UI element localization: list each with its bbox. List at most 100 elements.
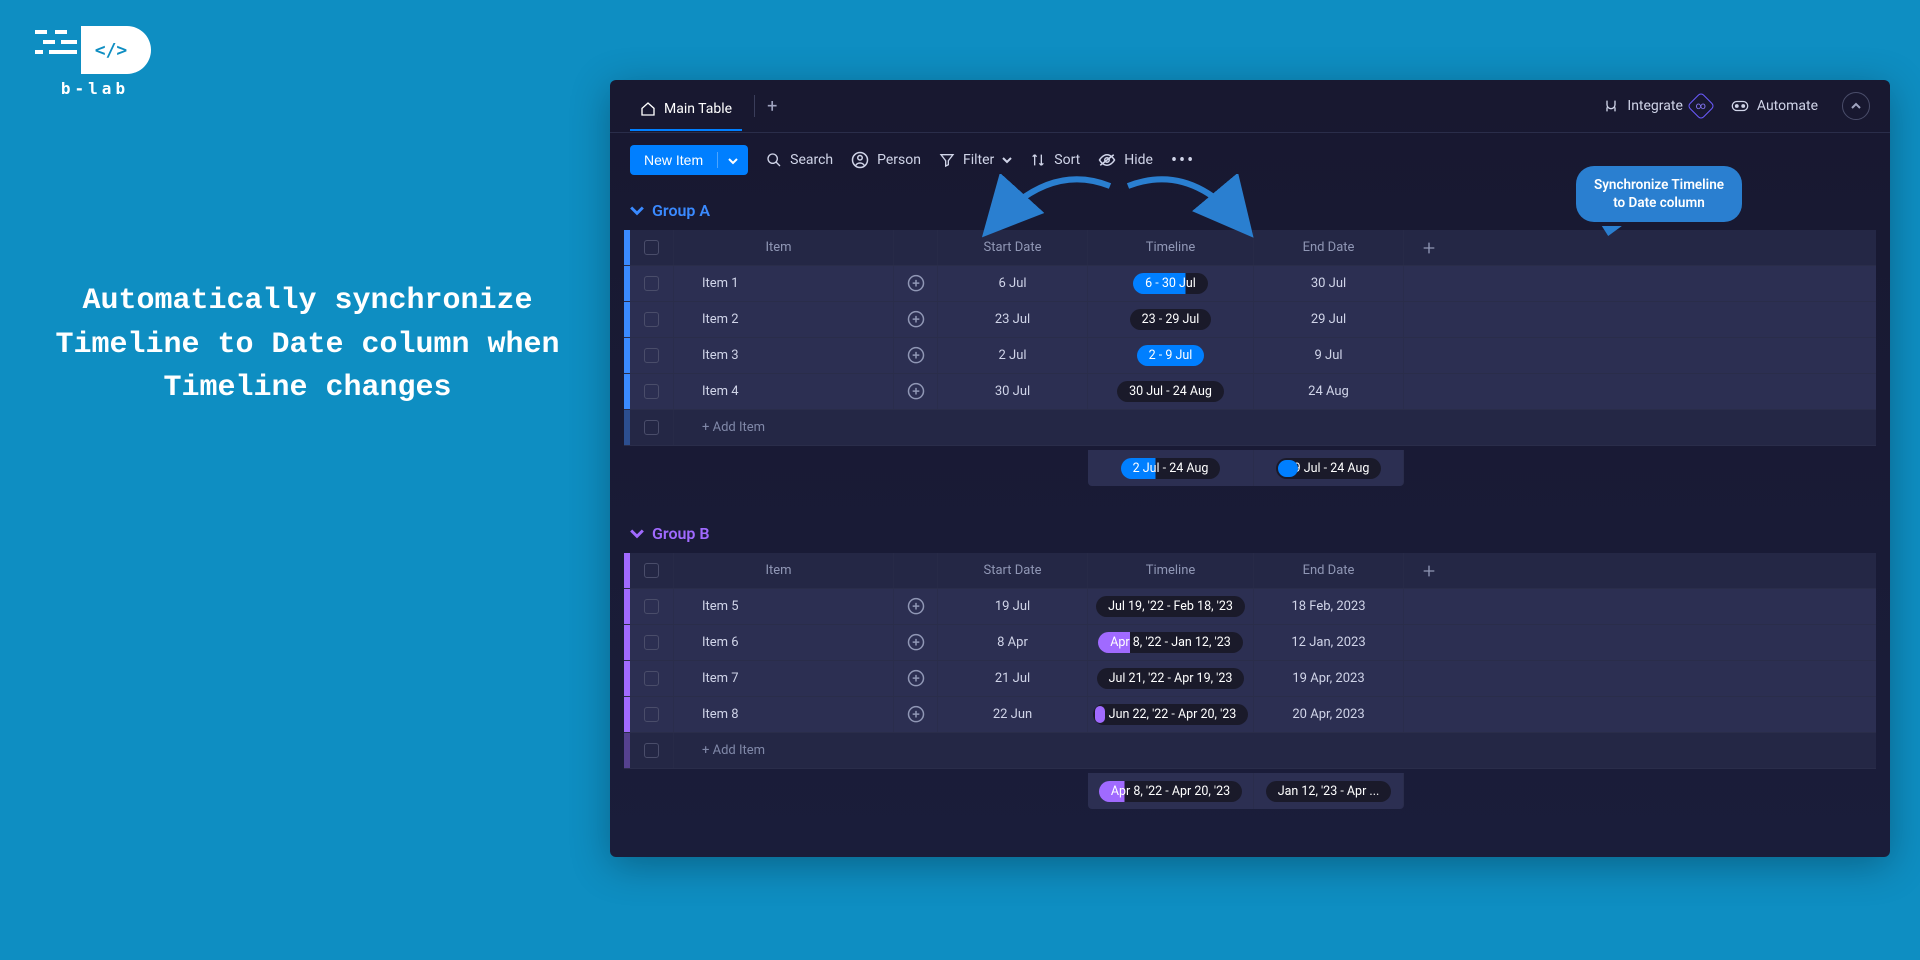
row-checkbox[interactable] [644,420,659,435]
filter-button[interactable]: Filter [939,152,1012,168]
tab-separator [754,95,755,117]
summary-row: 2 Jul - 24 Aug 9 Jul - 24 Aug [624,450,1876,486]
integrate-button[interactable]: Integrate ∞ [1603,96,1711,116]
row-checkbox[interactable] [644,312,659,327]
conversation-icon[interactable] [906,597,926,617]
timeline-cell[interactable]: 6 - 30 Jul [1088,266,1254,301]
col-start-date[interactable]: Start Date [938,553,1088,588]
group-toggle[interactable]: Group B [624,514,1876,553]
row-checkbox[interactable] [644,707,659,722]
row-checkbox[interactable] [644,599,659,614]
robot-icon [1731,99,1749,113]
col-start-date[interactable]: Start Date [938,230,1088,265]
row-checkbox[interactable] [644,240,659,255]
start-date-cell[interactable]: 8 Apr [938,625,1088,660]
item-name-cell[interactable]: Item 5 [674,589,894,624]
item-name-cell[interactable]: Item 7 [674,661,894,696]
timeline-cell[interactable]: 23 - 29 Jul [1088,302,1254,337]
col-item[interactable]: Item [674,230,894,265]
col-end-date[interactable]: End Date [1254,230,1404,265]
tab-main-table[interactable]: Main Table [630,95,742,131]
sort-button[interactable]: Sort [1030,152,1080,168]
row-checkbox[interactable] [644,563,659,578]
new-item-button[interactable]: New Item [630,145,748,175]
end-date-cell[interactable]: 30 Jul [1254,266,1404,301]
filter-icon [939,152,955,168]
integrate-label: Integrate [1627,98,1683,114]
add-tab-button[interactable]: + [767,96,777,117]
table-row[interactable]: Item 4 30 Jul 30 Jul - 24 Aug 24 Aug [624,374,1876,410]
table-row[interactable]: Item 7 21 Jul Jul 21, '22 - Apr 19, '23 … [624,661,1876,697]
automate-button[interactable]: Automate [1731,98,1818,114]
end-date-cell[interactable]: 29 Jul [1254,302,1404,337]
table-row[interactable]: Item 8 22 Jun Jun 22, '22 - Apr 20, '23 … [624,697,1876,733]
summary-row: Apr 8, '22 - Apr 20, '23 Jan 12, '23 - A… [624,773,1876,809]
search-button[interactable]: Search [766,152,833,168]
timeline-cell[interactable]: Jul 19, '22 - Feb 18, '23 [1088,589,1254,624]
row-checkbox[interactable] [644,276,659,291]
add-item-row[interactable]: + Add Item [624,410,1876,446]
conversation-icon[interactable] [906,633,926,653]
conversation-icon[interactable] [906,310,926,330]
add-column-button[interactable] [1404,230,1454,265]
table-row[interactable]: Item 6 8 Apr Apr 8, '22 - Jan 12, '23 12… [624,625,1876,661]
table-row[interactable]: Item 1 6 Jul 6 - 30 Jul 30 Jul [624,266,1876,302]
item-name-cell[interactable]: Item 3 [674,338,894,373]
col-end-date[interactable]: End Date [1254,553,1404,588]
start-date-cell[interactable]: 2 Jul [938,338,1088,373]
end-date-cell[interactable]: 18 Feb, 2023 [1254,589,1404,624]
more-options-button[interactable]: ••• [1171,150,1195,171]
person-icon [851,151,869,169]
hide-button[interactable]: Hide [1098,152,1153,168]
row-checkbox[interactable] [644,671,659,686]
item-name-cell[interactable]: Item 6 [674,625,894,660]
start-date-cell[interactable]: 21 Jul [938,661,1088,696]
add-column-button[interactable] [1404,553,1454,588]
automate-label: Automate [1757,98,1818,114]
start-date-cell[interactable]: 30 Jul [938,374,1088,409]
conversation-icon[interactable] [906,382,926,402]
row-checkbox[interactable] [644,635,659,650]
conversation-icon[interactable] [906,669,926,689]
item-name-cell[interactable]: Item 1 [674,266,894,301]
row-checkbox[interactable] [644,384,659,399]
item-name-cell[interactable]: Item 4 [674,374,894,409]
col-item[interactable]: Item [674,553,894,588]
new-item-label: New Item [644,152,703,168]
timeline-cell[interactable]: Apr 8, '22 - Jan 12, '23 [1088,625,1254,660]
start-date-cell[interactable]: 22 Jun [938,697,1088,732]
col-timeline[interactable]: Timeline [1088,553,1254,588]
end-date-cell[interactable]: 20 Apr, 2023 [1254,697,1404,732]
table-row[interactable]: Item 3 2 Jul 2 - 9 Jul 9 Jul [624,338,1876,374]
row-checkbox[interactable] [644,348,659,363]
table-row[interactable]: Item 5 19 Jul Jul 19, '22 - Feb 18, '23 … [624,589,1876,625]
end-date-cell[interactable]: 9 Jul [1254,338,1404,373]
col-timeline[interactable]: Timeline [1088,230,1254,265]
svg-text:b-lab: b-lab [61,79,129,98]
hide-icon [1098,152,1116,168]
conversation-icon[interactable] [906,274,926,294]
item-name-cell[interactable]: Item 2 [674,302,894,337]
row-checkbox[interactable] [644,743,659,758]
timeline-cell[interactable]: 2 - 9 Jul [1088,338,1254,373]
end-date-cell[interactable]: 12 Jan, 2023 [1254,625,1404,660]
conversation-icon[interactable] [906,346,926,366]
timeline-summary: Apr 8, '22 - Apr 20, '23 [1088,773,1254,809]
start-date-cell[interactable]: 19 Jul [938,589,1088,624]
table-row[interactable]: Item 2 23 Jul 23 - 29 Jul 29 Jul [624,302,1876,338]
person-filter-button[interactable]: Person [851,151,921,169]
end-date-cell[interactable]: 19 Apr, 2023 [1254,661,1404,696]
add-item-row[interactable]: + Add Item [624,733,1876,769]
timeline-cell[interactable]: Jul 21, '22 - Apr 19, '23 [1088,661,1254,696]
collapse-button[interactable] [1842,92,1870,120]
chevron-down-icon [630,529,644,539]
end-date-cell[interactable]: 24 Aug [1254,374,1404,409]
item-name-cell[interactable]: Item 8 [674,697,894,732]
chevron-down-icon [1002,157,1012,164]
timeline-cell[interactable]: 30 Jul - 24 Aug [1088,374,1254,409]
start-date-cell[interactable]: 23 Jul [938,302,1088,337]
timeline-cell[interactable]: Jun 22, '22 - Apr 20, '23 [1088,697,1254,732]
chevron-down-icon [717,152,738,168]
start-date-cell[interactable]: 6 Jul [938,266,1088,301]
conversation-icon[interactable] [906,705,926,725]
